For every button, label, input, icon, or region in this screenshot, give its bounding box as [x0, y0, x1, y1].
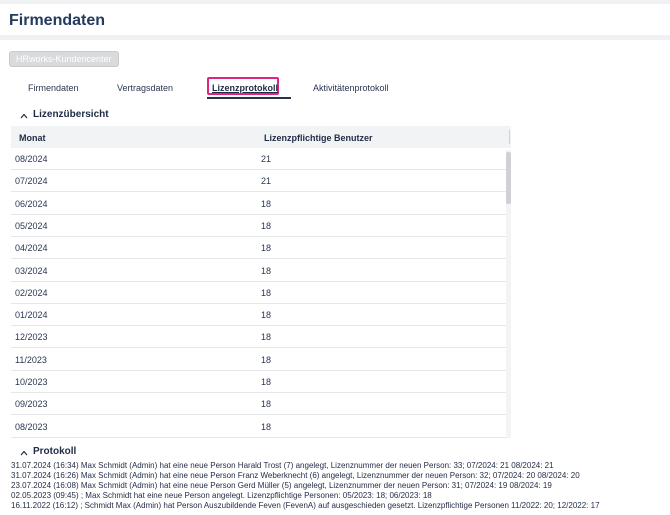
cell-monat: 03/2024: [15, 265, 48, 276]
cell-benutzer: 21: [261, 176, 272, 187]
protokoll-log: 31.07.2024 (16:34) Max Schmidt (Admin) h…: [11, 461, 670, 511]
table-row[interactable]: 10/2023 18: [11, 371, 507, 393]
cell-benutzer: 18: [261, 332, 272, 343]
column-divider: [509, 130, 510, 144]
cell-benutzer: 18: [261, 354, 272, 365]
cell-monat: 01/2024: [15, 310, 48, 321]
table-row[interactable]: 12/2023 18: [11, 326, 507, 349]
kundencenter-button[interactable]: HRworks-Kundencenter: [9, 51, 119, 67]
table-row[interactable]: 06/2024 18: [11, 193, 507, 215]
active-tab-indicator: [207, 97, 291, 99]
cell-monat: 05/2024: [15, 220, 48, 231]
scrollbar-thumb[interactable]: [506, 152, 511, 204]
tab-vertragsdaten[interactable]: Vertragsdaten: [117, 83, 173, 93]
cell-monat: 08/2023: [15, 421, 48, 432]
table-row[interactable]: 09/2023 18: [11, 393, 507, 416]
cell-benutzer: 21: [261, 154, 272, 164]
log-entry: 16.11.2022 (16:12) ; Schmidt Max (Admin)…: [11, 501, 600, 510]
app-root: Firmendaten HRworks-Kundencenter Firmend…: [0, 0, 670, 515]
table-row[interactable]: 01/2024 18: [11, 304, 507, 327]
table-row[interactable]: 04/2024 18: [11, 237, 507, 260]
cell-benutzer: 18: [261, 243, 272, 254]
tab-bar: Firmendaten Vertragsdaten Lizenzprotokol…: [0, 76, 670, 100]
chevron-up-icon[interactable]: [20, 112, 28, 120]
cell-monat: 08/2024: [15, 154, 48, 164]
cell-benutzer: 18: [261, 265, 272, 276]
cell-benutzer: 18: [261, 198, 272, 209]
table-row[interactable]: 07/2024 21: [11, 170, 507, 193]
cell-monat: 12/2023: [15, 332, 48, 343]
cell-monat: 07/2024: [15, 176, 48, 187]
cell-monat: 04/2024: [15, 243, 48, 254]
column-header-benutzer[interactable]: Lizenzpflichtige Benutzer: [264, 133, 373, 143]
tab-lizenzprotokoll-label[interactable]: Lizenzprotokoll: [212, 83, 278, 93]
cell-benutzer: 18: [261, 220, 272, 231]
cell-monat: 11/2023: [15, 354, 47, 365]
cell-benutzer: 18: [261, 310, 272, 321]
content-panel: HRworks-Kundencenter Firmendaten Vertrag…: [0, 40, 670, 515]
table-header: Monat Lizenzpflichtige Benutzer: [11, 126, 511, 148]
cell-monat: 06/2024: [15, 198, 48, 209]
tab-firmendaten[interactable]: Firmendaten: [28, 83, 79, 93]
log-entry: 31.07.2024 (16:34) Max Schmidt (Admin) h…: [11, 461, 554, 470]
table-row[interactable]: 11/2023 18: [11, 349, 507, 371]
tab-aktivitaetenprotokoll[interactable]: Aktivitätenprotokoll: [313, 83, 389, 93]
table-row[interactable]: 08/2024 21: [11, 148, 507, 170]
cell-monat: 09/2023: [15, 399, 48, 410]
cell-benutzer: 18: [261, 287, 272, 298]
column-header-monat[interactable]: Monat: [19, 133, 46, 143]
chevron-up-icon[interactable]: [20, 449, 28, 457]
log-entry: 23.07.2024 (16:08) Max Schmidt (Admin) h…: [11, 481, 552, 490]
table-row[interactable]: 05/2024 18: [11, 215, 507, 237]
log-entry: 02.05.2023 (09:45) ; Max Schmidt hat ein…: [11, 491, 432, 500]
page-title: Firmendaten: [9, 12, 106, 29]
table-row[interactable]: 02/2024 18: [11, 282, 507, 304]
cell-benutzer: 18: [261, 399, 272, 410]
cell-benutzer: 18: [261, 421, 272, 432]
table-row[interactable]: 03/2024 18: [11, 260, 507, 282]
cell-benutzer: 18: [261, 377, 272, 387]
protokoll-section-title[interactable]: Protokoll: [33, 446, 76, 457]
cell-monat: 10/2023: [15, 377, 48, 387]
lizenz-section-title[interactable]: Lizenzübersicht: [33, 109, 109, 120]
log-entry: 31.07.2024 (16:26) Max Schmidt (Admin) h…: [11, 471, 580, 480]
table-scrollbar[interactable]: [506, 150, 511, 438]
table-row[interactable]: 08/2023 18: [11, 416, 507, 438]
cell-monat: 02/2024: [15, 287, 48, 298]
page-header: Firmendaten: [0, 4, 670, 35]
table-body: 08/2024 21 07/2024 21 06/2024 18 05/2024 18 04/2…: [11, 148, 511, 438]
